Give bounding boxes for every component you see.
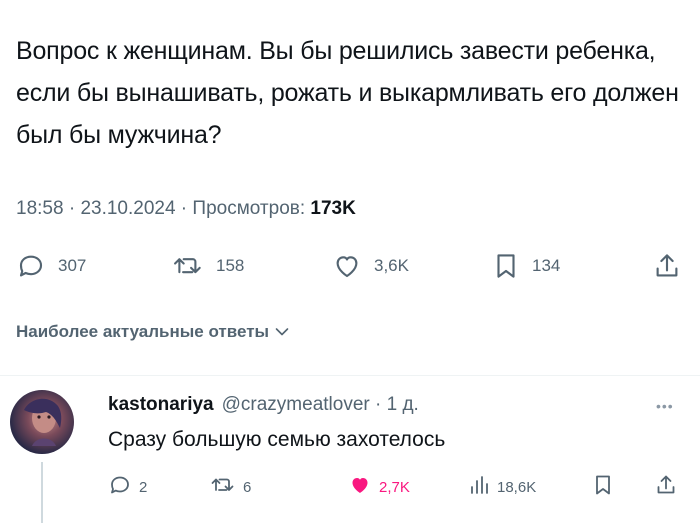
reply-author[interactable]: kastonariya (108, 394, 214, 416)
thread-line (41, 462, 43, 523)
heart-icon (332, 251, 362, 281)
bookmark-count: 134 (532, 256, 561, 275)
reply-handle[interactable]: @crazymeatlover (222, 394, 370, 415)
share-icon (654, 473, 678, 501)
tweet-meta: 18:58 · 23.10.2024 · Просмотров: 173K (16, 198, 356, 220)
meta-separator: · (369, 394, 387, 415)
share-icon (652, 251, 682, 281)
repost-icon (210, 473, 236, 501)
tweet-actions: 307 158 3,6K 134 (12, 250, 688, 282)
reply-actions: 2 6 2,7K 18,6K (104, 474, 684, 500)
reply-reply-button[interactable]: 2 (108, 474, 147, 500)
views-label: Просмотров: (192, 198, 311, 219)
divider (0, 375, 700, 376)
reply-repost-count: 6 (243, 478, 252, 496)
reply-count: 307 (58, 256, 87, 275)
reply-icon (16, 251, 46, 281)
bookmark-icon (492, 251, 520, 281)
tweet-date[interactable]: 23.10.2024 (80, 198, 175, 219)
like-button[interactable]: 3,6K (332, 250, 409, 282)
reply-text: Сразу большую семью захотелось (108, 428, 446, 451)
more-options-button[interactable]: ••• (656, 398, 674, 414)
reply-header: kastonariya @crazymeatlover · 1 д. (108, 394, 419, 416)
reply-reply-count: 2 (139, 478, 148, 496)
views-count: 173K (310, 198, 356, 219)
analytics-icon (468, 473, 490, 501)
repost-count: 158 (216, 256, 245, 275)
tweet-time[interactable]: 18:58 (16, 198, 64, 219)
bookmark-button[interactable]: 134 (492, 250, 560, 282)
reply-views-button[interactable]: 18,6K (468, 474, 536, 500)
meta-separator: · (63, 198, 81, 219)
reply-handle-meta: @crazymeatlover · 1 д. (222, 394, 419, 416)
reply-views-count: 18,6K (497, 478, 537, 496)
reply-icon (108, 473, 132, 501)
reply-button[interactable]: 307 (16, 250, 86, 282)
meta-separator: · (175, 198, 193, 219)
avatar[interactable] (10, 390, 74, 454)
bookmark-icon (592, 473, 614, 501)
reply-like-button[interactable]: 2,7K (348, 474, 410, 500)
tweet-text: Вопрос к женщинам. Вы бы решились завест… (16, 37, 679, 149)
share-button[interactable] (652, 250, 682, 282)
repost-button[interactable]: 158 (172, 250, 244, 282)
reply-share-button[interactable] (654, 474, 678, 500)
reply-age[interactable]: 1 д. (387, 394, 419, 415)
like-count: 3,6K (374, 256, 409, 275)
replies-sort-dropdown[interactable]: Наиболее актуальные ответы (16, 322, 289, 342)
reply-bookmark-button[interactable] (592, 474, 614, 500)
reply-like-count: 2,7K (379, 478, 410, 496)
reply-repost-button[interactable]: 6 (210, 474, 251, 500)
repost-icon (172, 251, 204, 281)
replies-sort-label: Наиболее актуальные ответы (16, 322, 270, 341)
heart-filled-icon (348, 473, 372, 501)
chevron-down-icon (275, 322, 289, 342)
